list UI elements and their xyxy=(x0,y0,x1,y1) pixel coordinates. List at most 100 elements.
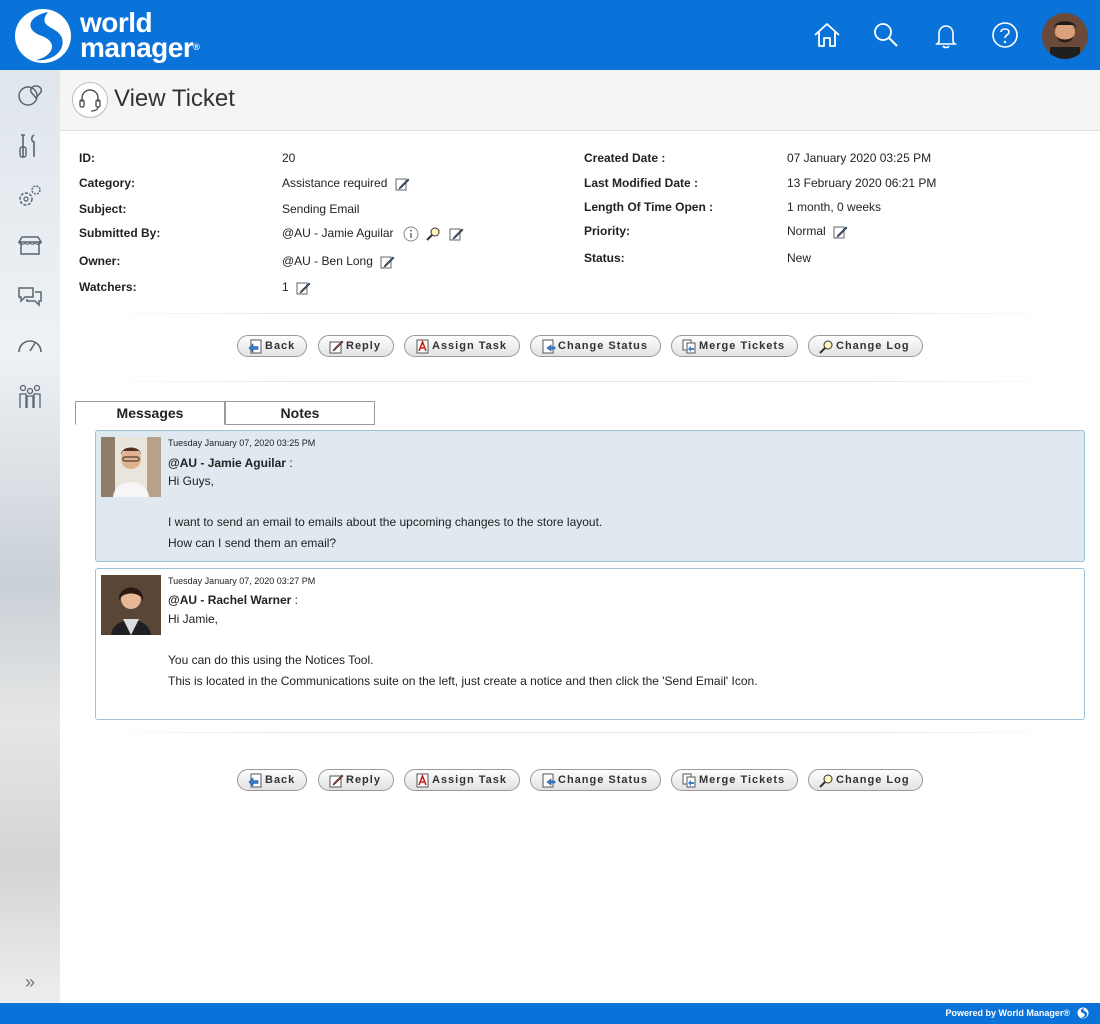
reply-icon xyxy=(329,774,344,788)
back-button[interactable]: Back xyxy=(237,335,307,357)
time-open-label: Length Of Time Open : xyxy=(584,200,714,214)
author-photo xyxy=(101,437,161,497)
merge-tickets-button[interactable]: Merge Tickets xyxy=(671,335,798,357)
people-icon[interactable] xyxy=(16,382,44,410)
edit-category-icon[interactable] xyxy=(394,176,410,192)
message-body: Hi Guys, I want to send an email to emai… xyxy=(168,474,603,550)
logo-text: world manager® xyxy=(80,7,200,63)
message-item: Tuesday January 07, 2020 03:27 PM @AU - … xyxy=(95,568,1085,720)
globe-pin-icon[interactable] xyxy=(16,82,44,110)
subject-value: Sending Email xyxy=(282,202,360,216)
message-item: Tuesday January 07, 2020 03:25 PM @AU - … xyxy=(95,430,1085,562)
status-label: Status: xyxy=(584,251,625,265)
sidebar: » xyxy=(0,70,60,1003)
back-icon xyxy=(248,773,262,788)
subject-label: Subject: xyxy=(79,202,127,216)
owner-row: @AU - Ben Long xyxy=(282,254,395,270)
assign-task-button[interactable]: Assign Task xyxy=(404,769,520,791)
bell-icon[interactable] xyxy=(931,20,961,50)
change-status-button[interactable]: Change Status xyxy=(530,335,661,357)
edit-owner-icon[interactable] xyxy=(379,254,395,270)
edit-watchers-icon[interactable] xyxy=(295,280,311,296)
divider xyxy=(95,381,1065,382)
lookup-user-icon[interactable] xyxy=(425,226,441,242)
gears-icon[interactable] xyxy=(16,182,44,210)
id-label: ID: xyxy=(79,151,95,165)
divider xyxy=(95,313,1065,314)
message-timestamp: Tuesday January 07, 2020 03:27 PM xyxy=(168,576,316,586)
submitted-by-row: @AU - Jamie Aguilar xyxy=(282,226,464,242)
logo-mark-icon xyxy=(15,9,71,63)
priority-label: Priority: xyxy=(584,224,631,238)
last-modified-value: 13 February 2020 06:21 PM xyxy=(787,176,937,190)
submitted-by-value: @AU - Jamie Aguilar xyxy=(282,226,394,241)
help-icon[interactable] xyxy=(990,20,1020,50)
merge-tickets-icon xyxy=(682,773,696,788)
tools-icon[interactable] xyxy=(16,132,44,160)
reply-icon xyxy=(329,340,344,354)
divider xyxy=(95,732,1065,733)
top-bar: world manager® xyxy=(0,0,1100,70)
edit-submitter-icon[interactable] xyxy=(448,226,464,242)
time-open-value: 1 month, 0 weeks xyxy=(787,200,882,214)
watchers-label: Watchers: xyxy=(79,280,137,294)
powered-by-text: Powered by World Manager® xyxy=(945,1008,1071,1018)
world-manager-mark-icon xyxy=(1077,1007,1089,1019)
change-log-button[interactable]: Change Log xyxy=(808,335,923,357)
magnifier-icon xyxy=(819,774,833,788)
created-date-label: Created Date : xyxy=(584,151,666,165)
back-button[interactable]: Back xyxy=(237,769,307,791)
author-photo xyxy=(101,575,161,635)
message-timestamp: Tuesday January 07, 2020 03:25 PM xyxy=(168,438,316,448)
watchers-value: 1 xyxy=(282,280,289,295)
assign-task-icon xyxy=(416,339,429,354)
page-title: View Ticket xyxy=(114,85,235,112)
reply-button[interactable]: Reply xyxy=(318,769,394,791)
reply-button[interactable]: Reply xyxy=(318,335,394,357)
priority-value: Normal xyxy=(787,224,826,239)
owner-label: Owner: xyxy=(79,254,121,268)
search-icon[interactable] xyxy=(871,20,901,50)
last-modified-label: Last Modified Date : xyxy=(584,176,699,190)
change-status-icon xyxy=(542,773,556,788)
id-value: 20 xyxy=(282,151,296,165)
tab-messages[interactable]: Messages xyxy=(75,401,225,425)
back-icon xyxy=(248,339,262,354)
change-status-button[interactable]: Change Status xyxy=(530,769,661,791)
message-author: @AU - Jamie Aguilar : xyxy=(168,456,293,470)
ticket-tabs: Messages Notes xyxy=(75,401,375,425)
change-log-button[interactable]: Change Log xyxy=(808,769,923,791)
message-body: Hi Jamie, You can do this using the Noti… xyxy=(168,612,758,688)
change-status-icon xyxy=(542,339,556,354)
merge-tickets-button[interactable]: Merge Tickets xyxy=(671,769,798,791)
owner-value: @AU - Ben Long xyxy=(282,254,373,269)
page-header: View Ticket xyxy=(60,70,1100,131)
edit-priority-icon[interactable] xyxy=(832,224,848,240)
action-toolbar-bottom: Back Reply Assign Task Change Status Mer… xyxy=(237,769,937,793)
info-icon[interactable] xyxy=(403,226,419,242)
chat-bubbles-icon[interactable] xyxy=(16,282,44,310)
assign-task-button[interactable]: Assign Task xyxy=(404,335,520,357)
user-avatar-photo xyxy=(1042,13,1088,59)
expand-sidebar-icon[interactable]: » xyxy=(20,972,40,992)
tab-notes[interactable]: Notes xyxy=(225,401,375,425)
merge-tickets-icon xyxy=(682,339,696,354)
category-label: Category: xyxy=(79,176,136,190)
created-date-value: 07 January 2020 03:25 PM xyxy=(787,151,932,165)
watchers-row: 1 xyxy=(282,280,311,296)
user-avatar[interactable] xyxy=(1040,11,1090,61)
store-icon[interactable] xyxy=(16,232,44,260)
message-author: @AU - Rachel Warner : xyxy=(168,593,298,607)
world-manager-logo[interactable]: world manager® xyxy=(14,8,234,64)
priority-row: Normal xyxy=(787,224,848,240)
submitted-by-label: Submitted By: xyxy=(79,226,161,240)
home-icon[interactable] xyxy=(812,20,842,50)
category-value: Assistance required xyxy=(282,176,388,191)
speedometer-icon[interactable] xyxy=(16,332,44,360)
headset-icon xyxy=(72,82,108,118)
assign-task-icon xyxy=(416,773,429,788)
category-row: Assistance required xyxy=(282,176,410,192)
status-value: New xyxy=(787,251,812,265)
action-toolbar-top: Back Reply Assign Task Change Status Mer… xyxy=(237,335,937,359)
magnifier-icon xyxy=(819,340,833,354)
